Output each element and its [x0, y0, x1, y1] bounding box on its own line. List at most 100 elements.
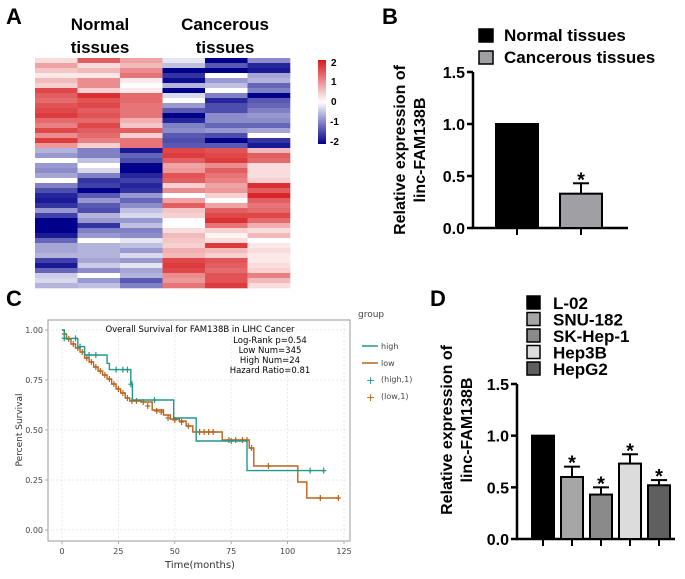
heatmap-cell [162, 78, 206, 84]
legend-swatch-cancerous [478, 50, 494, 65]
heatmap-cell [35, 118, 78, 124]
heatmap-cell [162, 263, 206, 269]
heatmap-cell [247, 118, 291, 124]
heatmap-cell [120, 228, 163, 234]
km-annotation: Low Num=345 [239, 346, 302, 356]
heatmap-cell [205, 178, 248, 184]
heatmap-cell [77, 68, 121, 74]
bar [495, 123, 539, 229]
heatmap-cell [77, 168, 121, 174]
heatmap-cell [77, 113, 121, 119]
colorbar-tick: -2 [330, 137, 339, 148]
heatmap-cell [247, 253, 291, 259]
heatmap-cell [247, 78, 291, 84]
y-axis-label-b-2: linc-FAM138B [412, 98, 429, 203]
heatmap-cell [77, 93, 121, 99]
heatmap-cell [77, 223, 121, 229]
x-tick-label: 50 [170, 547, 180, 556]
heatmap-cell [205, 283, 248, 289]
heatmap-cell [205, 103, 248, 109]
heatmap-cell [77, 118, 121, 124]
heatmap-cell [162, 98, 206, 104]
y-axis-label-d-2: linc-FAM138B [459, 378, 476, 483]
heatmap-cell [35, 158, 78, 164]
heatmap-cell [247, 263, 291, 269]
heatmap-cell [35, 98, 78, 104]
legend-label-high-censor: (high,1) [381, 375, 412, 384]
heatmap-cell [35, 178, 78, 184]
heatmap-cell [247, 68, 291, 74]
colorbar-tick: 1 [331, 77, 337, 88]
heatmap-cell [162, 63, 206, 69]
legend-swatch [526, 361, 541, 376]
heatmap-cell [205, 168, 248, 174]
heatmap-cell [77, 58, 121, 64]
legend-label-cancerous: Cancerous tissues [504, 48, 655, 67]
heatmap-cell [247, 213, 291, 219]
heatmap-cell [120, 68, 163, 74]
y-tick-label: 0.25 [25, 476, 43, 485]
heatmap-cell [205, 63, 248, 69]
heatmap-cell [120, 148, 163, 154]
heatmap-cell [162, 188, 206, 194]
heatmap-cell [35, 243, 78, 249]
x-tick-label: 25 [113, 547, 123, 556]
heatmap-cell [77, 188, 121, 194]
km-annotation: High Num=24 [240, 356, 300, 366]
heatmap-cell [205, 163, 248, 169]
heatmap-cell [77, 253, 121, 259]
heatmap-cell [205, 108, 248, 114]
censor-marker-icon-low: + [366, 391, 375, 404]
significance-marker: * [626, 440, 634, 462]
heatmap-cell [162, 73, 206, 79]
heatmap-cell [205, 248, 248, 254]
heatmap-cell [35, 173, 78, 179]
heatmap-cell [120, 283, 163, 289]
heatmap-cell [120, 248, 163, 254]
heatmap-cell [247, 143, 291, 149]
heatmap-cell [120, 238, 163, 244]
km-annotation: Log-Rank p=0.54 [233, 336, 307, 346]
y-axis-label-c: Percent Survival [15, 393, 25, 466]
heatmap-cell [247, 203, 291, 209]
heatmap-cell [35, 108, 78, 114]
heatmap-cell [35, 68, 78, 74]
legend-b: Normal tissues Cancerous tissues [478, 26, 655, 67]
heatmap-cell [162, 243, 206, 249]
heatmap-cell [120, 208, 163, 214]
heatmap-cell [120, 213, 163, 219]
plot-frame [47, 319, 351, 542]
heatmap-cell [77, 88, 121, 94]
heatmap-cell [77, 198, 121, 204]
figure: A B C D Normal tissues Cancerous tissues… [6, 4, 675, 571]
heatmap-cell [35, 163, 78, 169]
heatmap-cell [205, 258, 248, 264]
heatmap-cell [120, 163, 163, 169]
y-tick-label: 1.0 [487, 429, 509, 446]
heatmap-cell [77, 133, 121, 139]
x-axis-label-c: Time(months) [164, 560, 235, 571]
heatmap-cell [77, 268, 121, 274]
heatmap-cell [205, 123, 248, 129]
panel-letter-c: C [6, 286, 22, 311]
heatmap-cell [120, 158, 163, 164]
heatmap-cell [162, 88, 206, 94]
legend-label-low: low [381, 359, 395, 368]
heatmap-cell [120, 258, 163, 264]
legend-title: group [358, 310, 384, 320]
heatmap-cell [77, 143, 121, 149]
heatmap-cell [162, 133, 206, 139]
colorbar-tick: 0 [331, 97, 337, 108]
heatmap-cell [247, 88, 291, 94]
heatmap-cell [35, 83, 78, 89]
heatmap-cell [205, 213, 248, 219]
heatmap-cell [77, 78, 121, 84]
heatmap-cell [205, 173, 248, 179]
heatmap-cell [35, 238, 78, 244]
heatmap-cell [77, 193, 121, 199]
heatmap-cell [35, 218, 78, 224]
heatmap-cell [162, 178, 206, 184]
heatmap-cell [205, 208, 248, 214]
heatmap-cell [247, 193, 291, 199]
heatmap-cell [35, 143, 78, 149]
